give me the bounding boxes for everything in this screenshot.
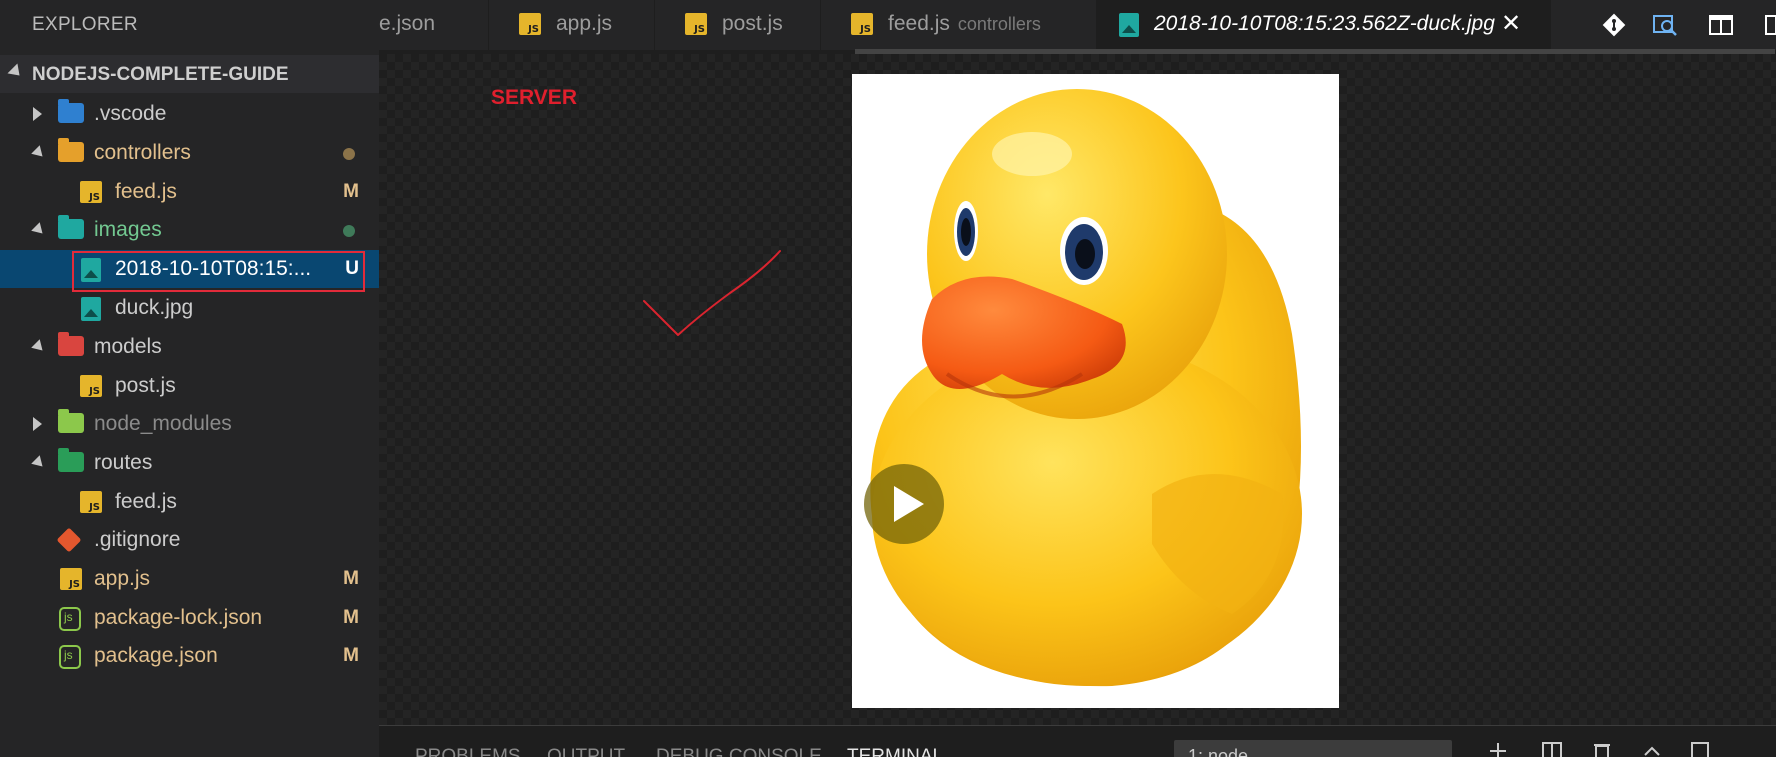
tab-description: controllers bbox=[957, 14, 1041, 34]
js-file-icon bbox=[60, 568, 84, 590]
tree-item-label: .vscode bbox=[94, 102, 167, 125]
tab-label: e.json bbox=[379, 12, 436, 35]
js-file-icon bbox=[851, 13, 873, 35]
tree-item-vscode[interactable]: .vscode bbox=[0, 95, 379, 133]
git-compare-icon[interactable] bbox=[1601, 12, 1627, 38]
chevron-right-icon bbox=[33, 417, 42, 431]
trash-icon[interactable] bbox=[1591, 740, 1613, 757]
server-annotation: SERVER bbox=[491, 86, 577, 109]
tree-item-routes[interactable]: routes bbox=[0, 444, 379, 482]
controllers-folder-icon bbox=[58, 138, 84, 164]
tree-item-label: .gitignore bbox=[94, 528, 181, 551]
tree-item-images[interactable]: images bbox=[0, 211, 379, 249]
tree-item-models[interactable]: models bbox=[0, 328, 379, 366]
add-terminal-icon[interactable] bbox=[1487, 740, 1509, 757]
terminal-select[interactable]: 1: node bbox=[1174, 740, 1452, 757]
image-file-icon bbox=[81, 297, 105, 321]
tab-app-js[interactable]: app.js bbox=[489, 0, 655, 50]
tab-duck-image[interactable]: 2018-10-10T08:15:23.562Z-duck.jpg ✕ bbox=[1097, 0, 1551, 50]
git-file-icon bbox=[56, 527, 82, 553]
rubber-duck-picture bbox=[870, 89, 1302, 687]
tab-label: post.js bbox=[722, 12, 783, 35]
play-button[interactable] bbox=[864, 464, 944, 544]
tab-label: app.js bbox=[556, 12, 613, 35]
js-file-icon bbox=[80, 491, 104, 513]
js-file-icon bbox=[80, 181, 104, 203]
vscode-folder-icon bbox=[58, 99, 84, 125]
modified-dot bbox=[343, 148, 355, 160]
tree-item-label: images bbox=[94, 218, 162, 241]
editor-tab-bar: e.json app.js post.js feed.js controllers… bbox=[379, 0, 1776, 54]
git-status-badge: M bbox=[343, 645, 359, 666]
chevron-down-icon bbox=[31, 222, 47, 238]
terminal-select-label: 1: node bbox=[1188, 746, 1249, 757]
checkmark-annotation bbox=[643, 250, 781, 336]
chevron-down-icon bbox=[31, 455, 47, 471]
tree-item-package-json[interactable]: package.json M bbox=[0, 637, 379, 675]
split-terminal-icon[interactable] bbox=[1541, 740, 1563, 757]
open-preview-icon[interactable] bbox=[1652, 12, 1678, 38]
git-status-badge: M bbox=[343, 181, 359, 202]
chevron-right-icon bbox=[33, 107, 42, 121]
tree-item-label: package.json bbox=[94, 644, 218, 667]
highlight-box bbox=[72, 251, 365, 292]
tab-post-js[interactable]: post.js bbox=[655, 0, 821, 50]
images-folder-icon bbox=[58, 215, 84, 241]
tree-item-label: feed.js bbox=[115, 490, 177, 513]
tree-item-label: app.js bbox=[94, 567, 151, 590]
tree-item-label: controllers bbox=[94, 141, 191, 164]
tree-item-app-js[interactable]: app.js M bbox=[0, 560, 379, 598]
project-header[interactable]: NODEJS-COMPLETE-GUIDE bbox=[0, 55, 379, 93]
bottom-panel-bar: PROBLEMS OUTPUT DEBUG CONSOLE TERMINAL 1… bbox=[379, 725, 1776, 757]
tree-item-package-lock-json[interactable]: package-lock.json M bbox=[0, 599, 379, 637]
project-name: NODEJS-COMPLETE-GUIDE bbox=[32, 64, 289, 85]
tree-item-label: post.js bbox=[115, 374, 176, 397]
js-file-icon bbox=[519, 13, 541, 35]
close-icon[interactable]: ✕ bbox=[1501, 9, 1521, 38]
js-file-icon bbox=[685, 13, 707, 35]
untracked-dot bbox=[343, 225, 355, 237]
tab-terminal[interactable]: TERMINAL bbox=[847, 746, 943, 757]
image-file-icon bbox=[1119, 13, 1139, 37]
chevron-up-icon[interactable] bbox=[1641, 740, 1663, 757]
tree-item-routes-feed-js[interactable]: feed.js bbox=[0, 483, 379, 521]
tree-item-label: duck.jpg bbox=[115, 296, 194, 319]
nodejs-json-icon bbox=[59, 607, 83, 631]
tree-item-label: routes bbox=[94, 451, 153, 474]
chevron-down-icon bbox=[7, 63, 25, 81]
duck-image bbox=[852, 74, 1339, 708]
tree-item-label: node_modules bbox=[94, 412, 232, 435]
js-file-icon bbox=[80, 375, 104, 397]
models-folder-icon bbox=[58, 332, 84, 358]
tab-debug-console[interactable]: DEBUG CONSOLE bbox=[656, 746, 822, 757]
split-editor-icon[interactable] bbox=[1708, 12, 1734, 38]
tab-label: feed.js bbox=[888, 12, 950, 35]
explorer-sidebar: EXPLORER NODEJS-COMPLETE-GUIDE .vscode c… bbox=[0, 0, 379, 757]
node-modules-folder-icon bbox=[58, 409, 84, 435]
chevron-down-icon bbox=[31, 145, 47, 161]
tree-item-label: models bbox=[94, 335, 162, 358]
git-status-badge: M bbox=[343, 568, 359, 589]
tree-item-gitignore[interactable]: .gitignore bbox=[0, 521, 379, 559]
tree-item-controllers-feed-js[interactable]: feed.js M bbox=[0, 173, 379, 211]
tab-label: 2018-10-10T08:15:23.562Z-duck.jpg bbox=[1154, 12, 1495, 35]
explorer-title: EXPLORER bbox=[32, 14, 138, 35]
chevron-down-icon bbox=[31, 339, 47, 355]
tree-item-node-modules[interactable]: node_modules bbox=[0, 405, 379, 443]
routes-folder-icon bbox=[58, 448, 84, 474]
tab-problems[interactable]: PROBLEMS bbox=[415, 746, 521, 757]
tab-output[interactable]: OUTPUT bbox=[547, 746, 625, 757]
tree-item-controllers[interactable]: controllers bbox=[0, 134, 379, 172]
tree-item-duck-jpg[interactable]: duck.jpg bbox=[0, 289, 379, 327]
tree-item-label: package-lock.json bbox=[94, 606, 263, 629]
close-panel-icon[interactable] bbox=[1689, 740, 1711, 757]
tab-feed-js[interactable]: feed.js controllers bbox=[821, 0, 1097, 50]
more-actions-icon[interactable] bbox=[1764, 12, 1776, 38]
tab-package-json[interactable]: e.json bbox=[379, 0, 489, 50]
tree-item-label: feed.js bbox=[115, 180, 177, 203]
tree-item-post-js[interactable]: post.js bbox=[0, 367, 379, 405]
git-status-badge: M bbox=[343, 607, 359, 628]
nodejs-json-icon bbox=[59, 645, 83, 669]
